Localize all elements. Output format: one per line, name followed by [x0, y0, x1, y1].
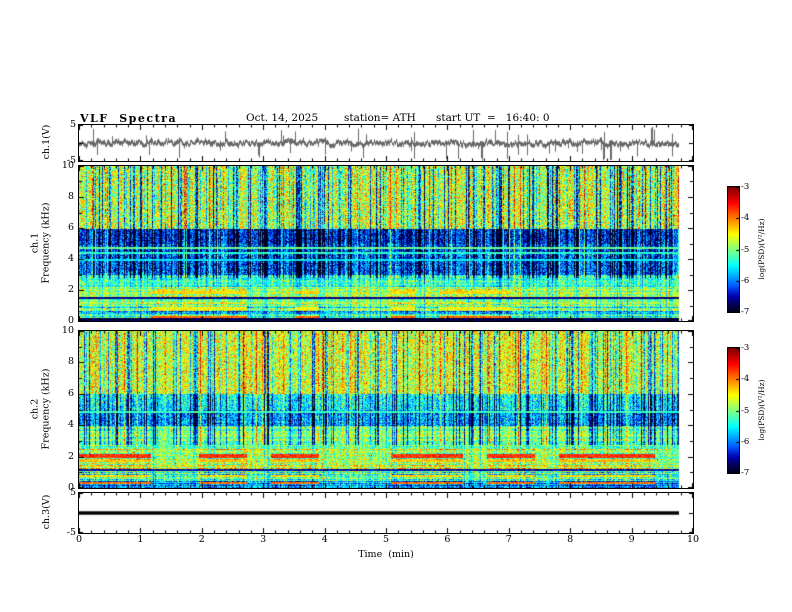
x-tick-label: 1: [130, 535, 150, 545]
ch1-spec-ylabel-text: Frequency (kHz): [41, 203, 52, 284]
colorbar-tick-label: -6: [741, 277, 759, 286]
volt-tick-label: 5: [54, 488, 76, 498]
colorbar-tick-label: -7: [741, 308, 759, 317]
colorbar-tick-label: -5: [741, 407, 759, 416]
ch1-spec-ylabel-channel: ch.1: [31, 203, 42, 284]
x-tick-label: 9: [622, 535, 642, 545]
x-tick-label: 4: [315, 535, 335, 545]
figure-start-ut: start UT = 16:40: 0: [436, 112, 550, 124]
ch1-waveform-panel: [78, 124, 694, 162]
colorbar-ch2: [727, 347, 740, 474]
colorbar-ch1-canvas: [728, 187, 739, 312]
figure-date: Oct. 14, 2025: [246, 112, 318, 124]
freq-tick-label: 2: [52, 285, 74, 295]
ch2-spec-ylabel: ch.2 Frequency (kHz): [31, 369, 52, 450]
freq-tick-label: 8: [52, 192, 74, 202]
x-tick-label: 7: [499, 535, 519, 545]
colorbar-tick-label: -4: [741, 375, 759, 384]
volt-tick-label: 5: [54, 120, 76, 130]
ch3-waveform-canvas: [79, 493, 693, 533]
ch1-spectrogram-canvas: [79, 166, 693, 321]
vlf-spectra-figure: VLF Spectra Oct. 14, 2025 station= ATH s…: [0, 0, 792, 612]
ch1-spectrogram-panel: [78, 165, 694, 322]
ch2-spec-ylabel-text: Frequency (kHz): [41, 369, 52, 450]
x-tick-label: 10: [683, 535, 703, 545]
colorbar-tick-label: -7: [741, 469, 759, 478]
colorbar-tick-label: -3: [741, 183, 759, 192]
figure-station: station= ATH: [344, 112, 416, 124]
colorbar-tick-label: -3: [741, 344, 759, 353]
x-tick-label: 2: [192, 535, 212, 545]
x-tick-label: 6: [437, 535, 457, 545]
ch2-spec-ylabel-channel: ch.2: [31, 369, 42, 450]
ch1-wave-ylabel-text: ch.1(V): [41, 125, 52, 160]
time-axis-label: Time (min): [79, 549, 693, 560]
colorbar-tick-label: -6: [741, 438, 759, 447]
freq-tick-label: 6: [52, 389, 74, 399]
volt-tick-label: -5: [54, 156, 76, 166]
freq-tick-label: 6: [52, 223, 74, 233]
ch2-spectrogram-panel: [78, 330, 694, 489]
ch3-waveform-panel: [78, 492, 694, 534]
volt-tick-label: -5: [54, 528, 76, 538]
freq-tick-label: 10: [52, 326, 74, 336]
colorbar-tick-label: -4: [741, 214, 759, 223]
ch1-spec-ylabel: ch.1 Frequency (kHz): [31, 203, 52, 284]
ch3-wave-ylabel: ch.3(V): [42, 495, 53, 530]
colorbar-ch1: [727, 186, 740, 313]
freq-tick-label: 2: [52, 452, 74, 462]
ch3-wave-ylabel-text: ch.3(V): [41, 495, 52, 530]
freq-tick-label: 4: [52, 420, 74, 430]
freq-tick-label: 4: [52, 254, 74, 264]
x-tick-label: 3: [253, 535, 273, 545]
x-tick-label: 8: [560, 535, 580, 545]
ch1-wave-ylabel: ch.1(V): [42, 125, 53, 160]
x-tick-label: 5: [376, 535, 396, 545]
freq-tick-label: 8: [52, 357, 74, 367]
ch2-spectrogram-canvas: [79, 331, 693, 488]
colorbar-ch2-canvas: [728, 348, 739, 473]
ch1-waveform-canvas: [79, 125, 693, 161]
colorbar-tick-label: -5: [741, 246, 759, 255]
